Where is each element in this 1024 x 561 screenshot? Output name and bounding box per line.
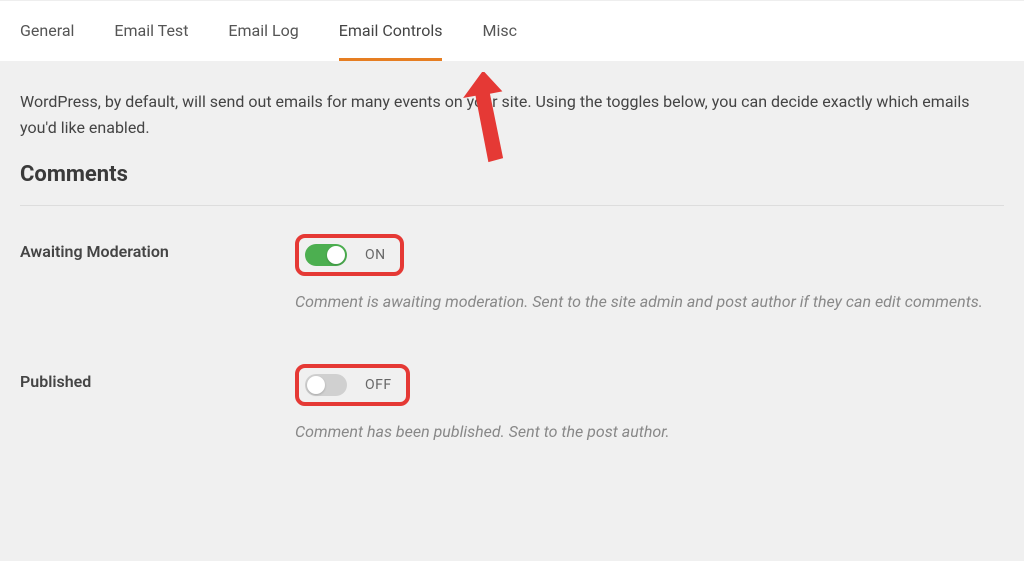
tabs: General Email Test Email Log Email Contr… [0, 0, 1024, 61]
section-title-comments: Comments [20, 162, 1004, 187]
toggle-knob [327, 246, 345, 264]
setting-label: Published [20, 364, 295, 391]
setting-description: Comment is awaiting moderation. Sent to … [295, 290, 995, 314]
toggle-published[interactable] [305, 374, 347, 396]
divider [20, 205, 1004, 206]
setting-awaiting-moderation: Awaiting Moderation ON Comment is awaiti… [20, 234, 1004, 314]
tab-email-log[interactable]: Email Log [228, 21, 298, 61]
highlight-box: ON [295, 234, 404, 276]
content-panel: WordPress, by default, will send out ema… [0, 61, 1024, 561]
tab-misc[interactable]: Misc [482, 21, 517, 61]
toggle-state-text: OFF [365, 377, 392, 393]
toggle-state-text: ON [365, 247, 386, 263]
tab-email-test[interactable]: Email Test [114, 21, 188, 61]
setting-control: OFF Comment has been published. Sent to … [295, 364, 1004, 444]
highlight-box: OFF [295, 364, 410, 406]
setting-label: Awaiting Moderation [20, 234, 295, 261]
setting-description: Comment has been published. Sent to the … [295, 420, 995, 444]
toggle-awaiting-moderation[interactable] [305, 244, 347, 266]
setting-control: ON Comment is awaiting moderation. Sent … [295, 234, 1004, 314]
toggle-knob [307, 376, 325, 394]
tab-email-controls[interactable]: Email Controls [339, 21, 443, 61]
tab-general[interactable]: General [20, 21, 74, 61]
setting-published: Published OFF Comment has been published… [20, 364, 1004, 444]
intro-text: WordPress, by default, will send out ema… [20, 89, 1000, 140]
